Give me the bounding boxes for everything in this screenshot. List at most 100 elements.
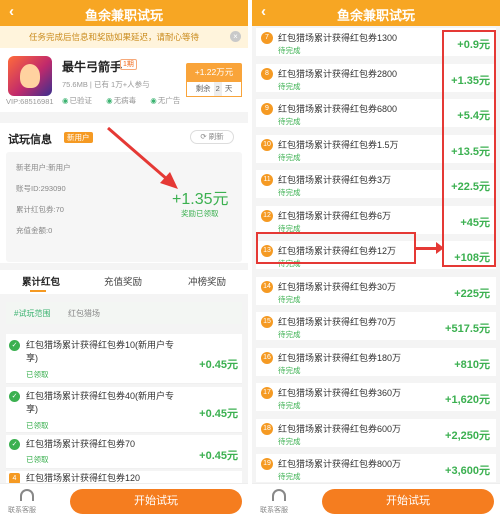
task-status: 待完成 — [278, 401, 301, 410]
check-icon: ✓ — [9, 391, 20, 402]
list-item[interactable]: 13 红包猎场累计获得红包券12万 待完成 +108元 — [256, 241, 496, 269]
filter-scope[interactable]: #试玩范围 — [14, 308, 50, 319]
list-item[interactable]: 15 红包猎场累计获得红包券70万 待完成 +517.5元 — [256, 312, 496, 340]
task-name: 红包猎场累计获得红包券10(新用户专享) — [26, 340, 175, 363]
list-item[interactable]: 9 红包猎场累计获得红包券6800 待完成 +5.4元 — [256, 99, 496, 127]
filter-bar: #试玩范围 红包猎场 — [6, 302, 242, 324]
headset-icon[interactable] — [20, 489, 34, 501]
task-name: 红包猎场累计获得红包券40(新用户专享) — [26, 391, 175, 414]
task-name: 红包猎场累计获得红包券800万 — [278, 459, 402, 469]
list-item[interactable]: 12 红包猎场累计获得红包券6万 待完成 +45元 — [256, 205, 496, 234]
task-number: 18 — [261, 422, 273, 435]
task-amount: +3,600元 — [445, 465, 490, 477]
task-status: 待完成 — [278, 259, 301, 268]
task-status: 待完成 — [278, 81, 301, 91]
task-status: 待完成 — [278, 117, 301, 126]
contact-service[interactable]: 联系客服 — [8, 505, 36, 515]
task-name: 红包猎场累计获得红包券3万 — [278, 175, 392, 185]
task-number: 17 — [261, 387, 273, 399]
headset-icon[interactable] — [272, 489, 286, 501]
task-status: 待完成 — [278, 152, 301, 162]
task-status: 已领取 — [26, 455, 49, 464]
task-number: 19 — [261, 458, 273, 470]
task-status: 待完成 — [278, 46, 301, 55]
task-name: 红包猎场累计获得红包券1300 — [278, 33, 398, 43]
task-amount: +45元 — [460, 216, 490, 229]
task-number: 8 — [261, 67, 273, 80]
list-item[interactable]: ✓ 红包猎场累计获得红包券40(新用户专享) 已领取 +0.45元 — [6, 387, 242, 433]
task-name: 红包猎场累计获得红包券12万 — [278, 246, 397, 256]
task-amount: +5.4元 — [457, 110, 490, 122]
list-item[interactable]: 17 红包猎场累计获得红包券360万 待完成 +1,620元 — [256, 383, 496, 411]
task-status: 待完成 — [278, 365, 301, 375]
task-status: 待完成 — [278, 223, 301, 233]
list-item[interactable]: 11 红包猎场累计获得红包券3万 待完成 +22.5元 — [256, 170, 496, 198]
tab-recharge[interactable]: 充值奖励 — [104, 274, 142, 288]
task-name: 红包猎场累计获得红包券30万 — [278, 281, 397, 292]
task-number: 9 — [261, 103, 273, 115]
list-item[interactable]: ✓ 红包猎场累计获得红包券70 已领取 +0.45元 — [6, 435, 242, 469]
task-name: 红包猎场累计获得红包券2800 — [278, 68, 398, 79]
list-item[interactable]: 8 红包猎场累计获得红包券2800 待完成 +1.35元 — [256, 63, 496, 92]
task-amount: +517.5元 — [445, 323, 490, 335]
check-icon: ✓ — [9, 340, 20, 351]
task-number: 16 — [261, 351, 273, 364]
task-amount: +810元 — [454, 358, 490, 371]
arrow-head-icon — [436, 242, 444, 254]
task-amount: +0.45元 — [199, 408, 238, 420]
reward-tabs: 累计红包 充值奖励 冲榜奖励 — [0, 270, 248, 294]
list-item[interactable]: 14 红包猎场累计获得红包券30万 待完成 +225元 — [256, 276, 496, 305]
start-trial-button[interactable]: 开始试玩 — [322, 489, 494, 514]
task-amount: +0.45元 — [199, 450, 238, 462]
task-name: 红包猎场累计获得红包券70万 — [278, 317, 397, 327]
bottom-bar: 联系客服 开始试玩 — [0, 483, 248, 518]
list-item[interactable]: 19 红包猎场累计获得红包券800万 待完成 +3,600元 — [256, 454, 496, 482]
task-amount: +225元 — [454, 287, 490, 300]
task-number: 15 — [261, 316, 273, 328]
left-screen: ‹ 鱼余兼职试玩 任务完成后信息和奖励如果延迟，请耐心等待 × VIP:6851… — [0, 0, 248, 518]
list-item[interactable]: 10 红包猎场累计获得红包券1.5万 待完成 +13.5元 — [256, 134, 496, 163]
list-item[interactable]: 16 红包猎场累计获得红包券180万 待完成 +810元 — [256, 347, 496, 376]
task-amount: +22.5元 — [451, 181, 490, 193]
tab-cumulative[interactable]: 累计红包 — [22, 274, 60, 288]
task-status: 待完成 — [278, 436, 301, 446]
task-amount: +2,250元 — [445, 429, 490, 442]
contact-service[interactable]: 联系客服 — [260, 505, 288, 515]
task-number: 10 — [261, 138, 273, 151]
task-status: 已领取 — [26, 421, 49, 430]
task-status: 待完成 — [278, 294, 301, 304]
task-number: 14 — [261, 280, 273, 293]
task-amount: +13.5元 — [451, 145, 490, 158]
task-number: 13 — [261, 245, 273, 257]
task-status: 待完成 — [278, 472, 301, 481]
task-name: 红包猎场累计获得红包券6万 — [278, 210, 392, 221]
task-amount: +0.9元 — [457, 39, 490, 51]
list-item[interactable]: ✓ 红包猎场累计获得红包券10(新用户专享) 已领取 +0.45元 — [6, 334, 242, 384]
task-name: 红包猎场累计获得红包券360万 — [278, 388, 402, 398]
list-item[interactable]: 7 红包猎场累计获得红包券1300 待完成 +0.9元 — [256, 28, 496, 56]
tab-ranking[interactable]: 冲榜奖励 — [188, 274, 226, 288]
top-bar: ‹ 鱼余兼职试玩 — [252, 0, 500, 26]
task-number: 12 — [261, 209, 273, 222]
task-name: 红包猎场累计获得红包券6800 — [278, 104, 398, 114]
check-icon: ✓ — [9, 439, 20, 450]
task-name: 红包猎场累计获得红包券70 — [26, 439, 136, 449]
task-amount: +108元 — [454, 252, 490, 264]
task-name: 红包猎场累计获得红包券600万 — [278, 423, 402, 434]
task-name: 红包猎场累计获得红包券180万 — [278, 352, 402, 363]
task-status: 已领取 — [26, 370, 49, 379]
filter-game[interactable]: 红包猎场 — [68, 308, 100, 319]
tab-indicator — [30, 290, 46, 292]
start-trial-button[interactable]: 开始试玩 — [70, 489, 242, 514]
task-amount: +0.45元 — [199, 359, 238, 371]
task-status: 待完成 — [278, 330, 301, 339]
task-status: 待完成 — [278, 188, 301, 197]
page-title: 鱼余兼职试玩 — [336, 8, 415, 23]
task-name: 红包猎场累计获得红包券1.5万 — [278, 139, 399, 150]
task-amount: +1.35元 — [451, 74, 490, 87]
right-screen: ‹ 鱼余兼职试玩 7 红包猎场累计获得红包券1300 待完成 +0.9元 8 红包猎场累计… — [252, 0, 500, 518]
task-amount: +1,620元 — [445, 394, 490, 406]
list-item[interactable]: 18 红包猎场累计获得红包券600万 待完成 +2,250元 — [256, 418, 496, 447]
task-number: 11 — [261, 174, 273, 186]
bottom-bar: 联系客服 开始试玩 — [252, 483, 500, 518]
